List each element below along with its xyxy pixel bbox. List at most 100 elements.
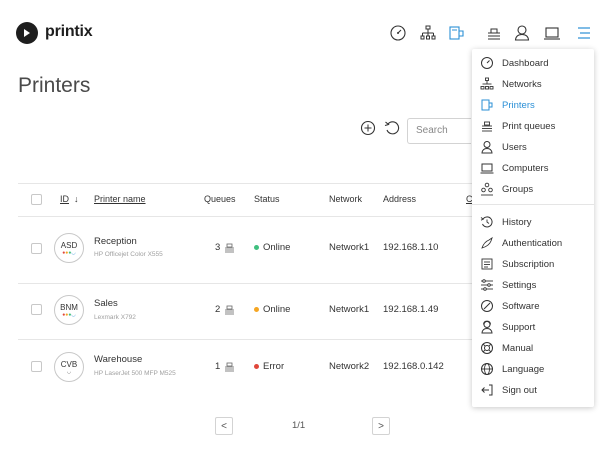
color-print-icon: ●●●◡ [62,312,76,318]
users-icon [480,140,494,154]
header-printer-name[interactable]: Printer name [94,194,146,204]
print-queue-icon [224,305,235,315]
subscription-icon [480,257,494,271]
network-name: Network1 [329,242,370,253]
menu-item-label: Computers [502,162,549,174]
row-checkbox[interactable] [31,243,42,254]
printers-icon [480,98,494,112]
history-icon [480,215,494,229]
menu-item-manual[interactable]: Manual [480,339,590,357]
status-dot [254,364,259,369]
menu-item-label: Settings [502,279,537,291]
page-indicator: 1/1 [292,420,306,431]
computers-icon[interactable] [543,24,561,42]
menu-item-printers[interactable]: Printers [480,96,590,114]
menu-item-label: Print queues [502,120,556,132]
manual-icon [480,341,494,355]
header-network[interactable]: Network [329,194,362,204]
menu-item-print-queues[interactable]: Print queues [480,117,590,135]
menu-item-label: Manual [502,342,534,354]
menu-icon[interactable] [575,24,593,42]
dashboard-icon[interactable] [389,24,407,42]
page-title: Printers [18,74,91,97]
menu-item-software[interactable]: Software [480,297,590,315]
row-divider [18,283,472,284]
prev-page-button[interactable]: < [215,417,233,435]
printer-model: HP LaserJet 500 MFP M525 [94,370,176,377]
print-queue-icon [224,362,235,372]
menu-item-subscription[interactable]: Subscription [480,255,590,273]
menu-item-computers[interactable]: Computers [480,159,590,177]
network-name: Network1 [329,304,370,315]
menu-item-language[interactable]: Language [480,360,590,378]
printer-name-link[interactable]: Reception [94,236,137,247]
menu-item-label: Authentication [502,237,563,249]
mono-print-icon: ◡ [66,369,72,375]
printer-avatar: CVB ◡ [54,352,84,382]
printer-id: BNM [60,303,78,312]
search-input[interactable]: Search [407,118,471,144]
main-menu-dropdown: Dashboard Networks Printers Print queues… [472,49,594,407]
ip-address: 192.168.1.10 [383,242,439,253]
ip-address: 192.168.1.49 [383,304,439,315]
menu-item-history[interactable]: History [480,213,590,231]
network-name: Network2 [329,361,370,372]
row-checkbox[interactable] [31,304,42,315]
menu-item-settings[interactable]: Settings [480,276,590,294]
menu-item-networks[interactable]: Networks [480,75,590,93]
settings-icon [480,278,494,292]
printer-avatar: BNM ●●●◡ [54,295,84,325]
header-address[interactable]: Address [383,194,416,204]
groups-icon [480,182,494,196]
printer-name-link[interactable]: Warehouse [94,354,142,365]
print-queues-icon[interactable] [485,24,503,42]
support-icon [480,320,494,334]
status-dot [254,307,259,312]
dashboard-icon [480,56,494,70]
software-icon [480,299,494,313]
add-printer-icon[interactable] [359,119,377,137]
color-print-icon: ●●●◡ [62,250,76,256]
printix-logo-icon[interactable] [16,22,38,44]
status-text: Error [263,361,285,372]
refresh-icon[interactable] [383,119,401,137]
header-id[interactable]: ID [60,194,69,204]
language-icon [480,362,494,376]
users-icon[interactable] [513,24,531,42]
menu-item-label: Groups [502,183,534,195]
queue-count: 3 [215,242,221,253]
menu-item-label: Networks [502,78,542,90]
printer-model: Lexmark X792 [94,314,136,321]
header-divider [18,216,472,217]
menu-item-label: Sign out [502,384,537,396]
menu-item-support[interactable]: Support [480,318,590,336]
menu-item-label: Users [502,141,527,153]
menu-item-groups[interactable]: Groups [480,180,590,198]
row-checkbox[interactable] [31,361,42,372]
menu-item-sign-out[interactable]: Sign out [480,381,590,399]
network-icon [480,77,494,91]
menu-item-label: Printers [502,99,535,111]
sort-desc-icon[interactable]: ↓ [74,194,79,204]
row-divider [18,339,472,340]
ip-address: 192.168.0.142 [383,361,444,372]
select-all-checkbox[interactable] [31,194,42,205]
print-queues-icon [480,119,494,133]
app-logo-text[interactable]: printix [45,23,93,41]
printer-name-link[interactable]: Sales [94,298,118,309]
printers-icon[interactable] [447,24,465,42]
header-status[interactable]: Status [254,194,280,204]
menu-separator [472,204,594,205]
authentication-icon [480,236,494,250]
menu-item-users[interactable]: Users [480,138,590,156]
menu-item-label: Support [502,321,536,333]
print-queue-icon [224,243,235,253]
table-top-divider [18,183,472,184]
next-page-button[interactable]: > [372,417,390,435]
network-icon[interactable] [419,24,437,42]
header-queues[interactable]: Queues [204,194,236,204]
computers-icon [480,161,494,175]
menu-item-label: History [502,216,532,228]
menu-item-dashboard[interactable]: Dashboard [480,54,590,72]
menu-item-authentication[interactable]: Authentication [480,234,590,252]
